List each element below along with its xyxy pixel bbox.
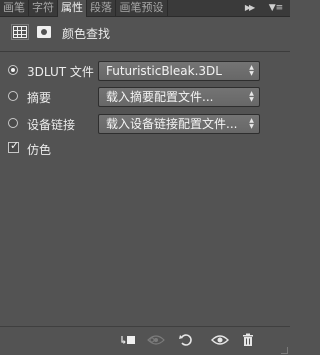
updown-arrows-icon: ▲ ▼ bbox=[249, 117, 254, 130]
device-link-dropdown[interactable]: 载入设备链接配置文件... ▲ ▼ bbox=[98, 114, 260, 134]
dither-label: 仿色 bbox=[27, 143, 52, 157]
resize-grip-icon[interactable] bbox=[281, 347, 288, 354]
view-previous-state-icon[interactable] bbox=[146, 333, 166, 351]
adjustment-title: 颜色查找 bbox=[62, 27, 111, 41]
option-row-abstract: 摘要 载入摘要配置文件... ▲ ▼ bbox=[0, 86, 290, 108]
clip-to-layer-icon[interactable] bbox=[118, 333, 138, 351]
properties-panel: 画笔 字符 属性 段落 画笔预设 ▶▶ ▼≡ 颜色查找 3DLUT 文件 Fut… bbox=[0, 0, 290, 355]
tab-brush[interactable]: 画笔 bbox=[0, 0, 29, 16]
layer-mask-icon[interactable] bbox=[37, 26, 51, 38]
double-chevron-right-icon[interactable]: ▶▶ bbox=[240, 0, 258, 16]
tab-properties[interactable]: 属性 bbox=[58, 0, 87, 17]
option-row-3dlut: 3DLUT 文件 FuturisticBleak.3DL ▲ ▼ bbox=[0, 60, 290, 82]
tab-paragraph[interactable]: 段落 bbox=[87, 0, 116, 16]
properties-header: 颜色查找 bbox=[0, 17, 290, 52]
grid-lut-icon[interactable] bbox=[11, 24, 29, 40]
panel-tab-bar: 画笔 字符 属性 段落 画笔预设 ▶▶ ▼≡ bbox=[0, 0, 290, 17]
radio-3dlut[interactable] bbox=[8, 65, 18, 75]
updown-arrows-icon: ▲ ▼ bbox=[249, 64, 254, 77]
dither-checkbox[interactable]: ✓ bbox=[8, 139, 20, 153]
radio-abstract[interactable] bbox=[8, 91, 18, 101]
abstract-profile-dropdown[interactable]: 载入摘要配置文件... ▲ ▼ bbox=[98, 87, 260, 107]
dropdown-value: 载入摘要配置文件... bbox=[106, 90, 214, 104]
panel-footer-toolbar bbox=[0, 326, 290, 355]
radio-device-link[interactable] bbox=[8, 118, 18, 128]
dropdown-value: FuturisticBleak.3DL bbox=[106, 64, 222, 78]
visibility-eye-icon[interactable] bbox=[210, 333, 230, 351]
option-label: 摘要 bbox=[27, 91, 52, 105]
trash-icon[interactable] bbox=[238, 333, 258, 351]
updown-arrows-icon: ▲ ▼ bbox=[249, 90, 254, 103]
panel-menu-icon[interactable]: ▼≡ bbox=[264, 0, 288, 16]
dither-row: ✓ 仿色 bbox=[0, 138, 290, 160]
dropdown-value: 载入设备链接配置文件... bbox=[106, 117, 238, 131]
option-row-device-link: 设备链接 载入设备链接配置文件... ▲ ▼ bbox=[0, 113, 290, 135]
reset-icon[interactable] bbox=[176, 333, 196, 351]
checkmark-icon: ✓ bbox=[10, 139, 20, 152]
option-label: 设备链接 bbox=[27, 118, 76, 132]
3dlut-file-dropdown[interactable]: FuturisticBleak.3DL ▲ ▼ bbox=[98, 61, 260, 81]
option-label: 3DLUT 文件 bbox=[27, 65, 94, 79]
tab-character[interactable]: 字符 bbox=[29, 0, 58, 16]
tab-brush-presets[interactable]: 画笔预设 bbox=[116, 0, 168, 16]
